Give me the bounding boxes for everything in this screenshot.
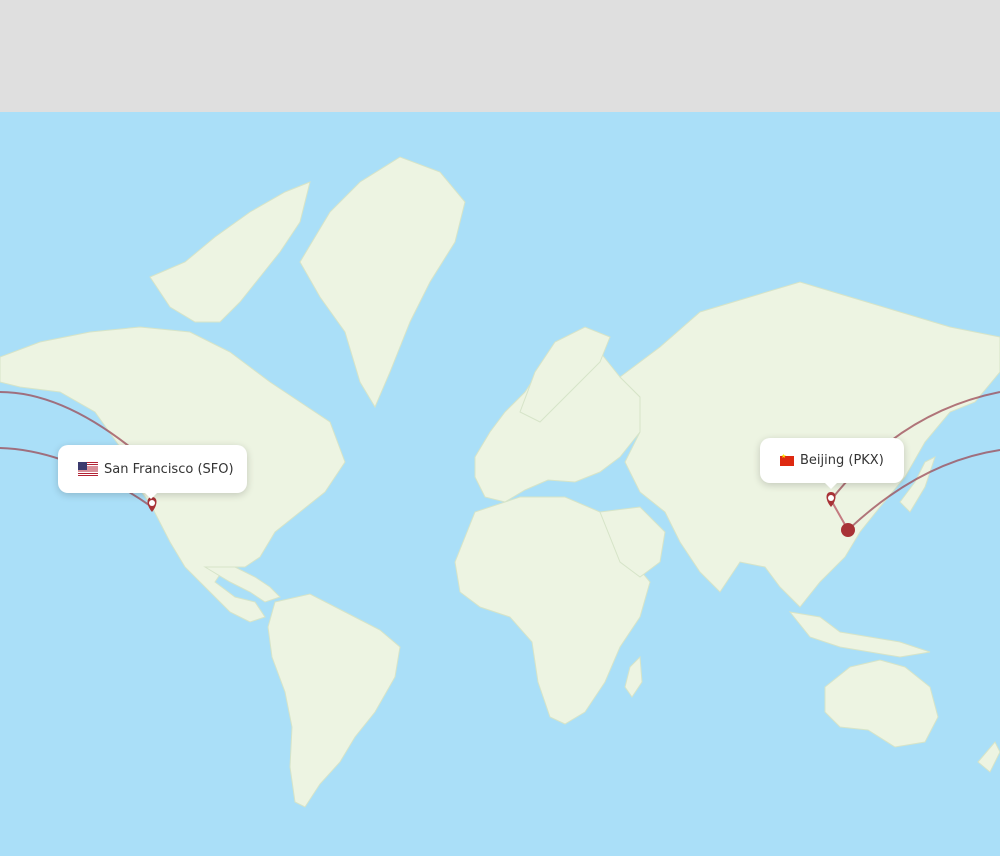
world-map[interactable]: San Francisco (SFO) Beijing (PKX) [0, 112, 1000, 856]
arctic-islands-landmass [149, 181, 311, 323]
south-america-landmass [267, 593, 401, 808]
new-zealand-landmass [977, 741, 1000, 773]
greenland-landmass [299, 156, 466, 409]
australia-landmass [824, 659, 939, 748]
cn-flag-icon [780, 453, 794, 466]
origin-label[interactable]: San Francisco (SFO) [58, 445, 247, 499]
origin-label-text: San Francisco (SFO) [104, 461, 234, 477]
destination-label[interactable]: Beijing (PKX) [760, 438, 904, 489]
destination-label-text: Beijing (PKX) [800, 453, 884, 468]
madagascar-landmass [624, 655, 643, 698]
route-dot-marker[interactable] [841, 523, 855, 537]
southeast-asia-islands [788, 611, 931, 658]
us-flag-icon [78, 462, 98, 476]
header-band [0, 0, 1000, 112]
